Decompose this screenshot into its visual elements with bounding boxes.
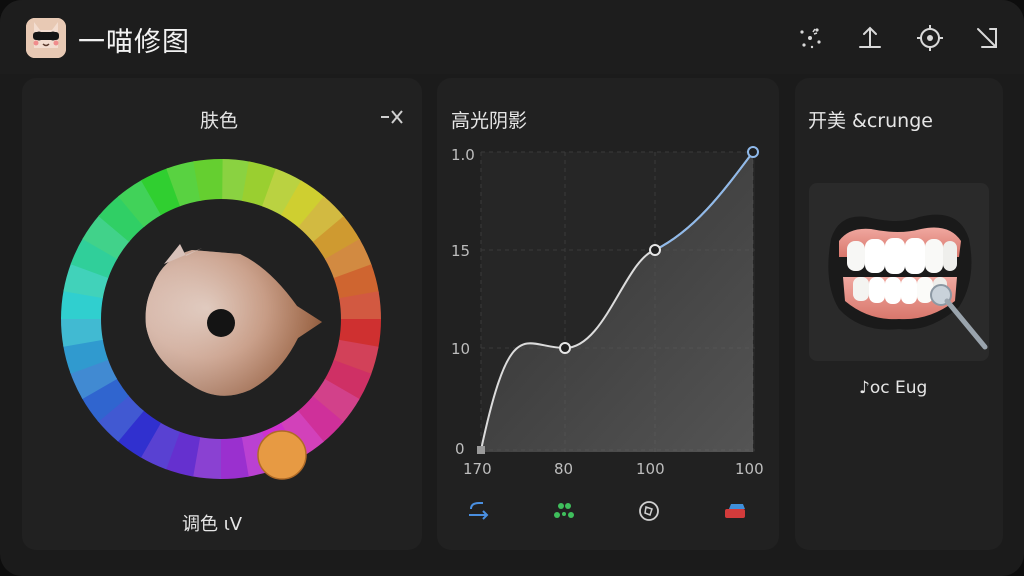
curve-panel: 高光阴影 1.0 15 10 0 170 80 100 100: [437, 78, 779, 550]
y-tick-label: 1.0: [451, 146, 475, 164]
curve-control-point[interactable]: [559, 342, 571, 354]
sparkle-icon: [800, 28, 821, 49]
y-tick-label: 15: [451, 242, 471, 260]
collapse-icon: [977, 28, 997, 48]
aperture-mode-button[interactable]: [634, 497, 664, 525]
cluster-icon: [554, 503, 574, 518]
target-button[interactable]: [914, 22, 946, 54]
app-title: 一喵修图: [78, 27, 190, 58]
x-tick-label: 170: [463, 460, 492, 478]
curve-control-point[interactable]: [649, 244, 661, 256]
teeth-panel: 开美 &crunge ♪oc Eug: [795, 78, 1003, 550]
collapse-button[interactable]: [971, 22, 1003, 54]
sparkle-button[interactable]: [794, 22, 826, 54]
color-wheel[interactable]: [22, 78, 422, 550]
title-bar: 一喵修图: [0, 0, 1024, 74]
cluster-mode-button[interactable]: [549, 497, 579, 525]
aperture-icon: [639, 501, 659, 521]
cat-logo-icon: [26, 18, 66, 58]
flag-icon: [725, 504, 745, 518]
curve-control-point[interactable]: [747, 146, 759, 158]
tone-curve-chart[interactable]: [437, 78, 779, 550]
teeth-preview[interactable]: [809, 183, 989, 361]
x-tick-label: 80: [554, 460, 574, 478]
x-tick-label: 100: [735, 460, 764, 478]
app-window: 一喵修图 肤色 调色 ιV 高光阴影 1.0 15 10 0 170 80 10…: [0, 0, 1024, 576]
x-tick-label: 100: [636, 460, 665, 478]
redo-arrow-icon: [469, 502, 489, 520]
teeth-caption: ♪oc Eug: [859, 378, 928, 398]
flag-mode-button[interactable]: [720, 497, 750, 525]
target-icon: [917, 25, 943, 51]
teeth-panel-title: 开美 &crunge: [808, 110, 933, 132]
upload-icon: [859, 26, 881, 48]
upload-button[interactable]: [854, 22, 886, 54]
hue-handle[interactable]: [257, 430, 307, 480]
redo-mode-button[interactable]: [464, 497, 494, 525]
curve-control-point[interactable]: [477, 446, 485, 454]
teeth-illustration: [828, 214, 988, 350]
skin-tone-panel: 肤色 调色 ιV: [22, 78, 422, 550]
y-tick-label: 10: [451, 340, 471, 358]
y-tick-label: 0: [455, 440, 465, 458]
skin-footer-label: 调色 ιV: [182, 514, 243, 535]
